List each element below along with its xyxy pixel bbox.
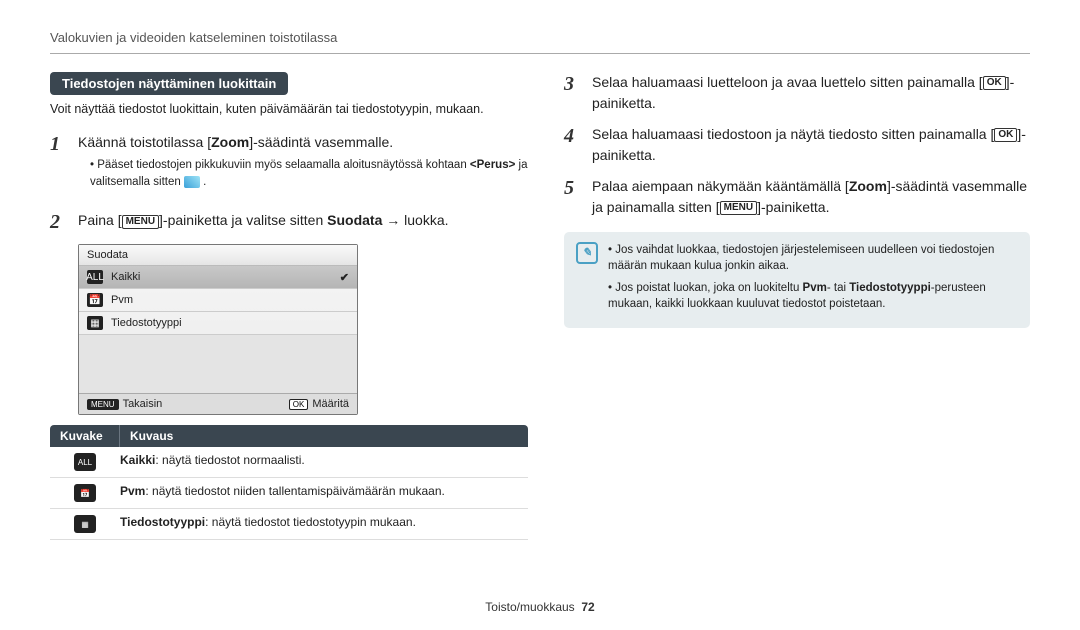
- date-icon: 📅: [87, 293, 103, 307]
- row-label: Tiedostotyyppi: [120, 515, 205, 529]
- footer-label: Toisto/muokkaus: [485, 600, 574, 614]
- step-number: 2: [50, 210, 68, 234]
- icon-table: Kuvake Kuvaus ALL Kaikki: näytä tiedosto…: [50, 425, 528, 540]
- s5-a: Palaa aiempaan näkymään kääntämällä [: [592, 178, 849, 194]
- perus-label: <Perus>: [470, 159, 515, 171]
- menu-row-label: Tiedostotyyppi: [111, 317, 182, 329]
- menu-button-icon: MENU: [720, 201, 757, 215]
- type-icon: ▦: [74, 515, 96, 533]
- row-text: : näytä tiedostot normaalisti.: [155, 453, 304, 467]
- s4-a: Selaa haluamaasi tiedostoon ja näytä tie…: [592, 126, 994, 142]
- page-number: 72: [581, 600, 594, 614]
- set-label: Määritä: [312, 398, 349, 410]
- step-number: 4: [564, 124, 582, 166]
- pvm-label: Pvm: [803, 282, 827, 294]
- menu-blank-area: [79, 335, 357, 393]
- suodata-label: Suodata: [327, 212, 382, 228]
- intro-text: Voit näyttää tiedostot luokittain, kuten…: [50, 101, 528, 118]
- step1-bullet-a: Pääset tiedostojen pikkukuviin myös sela…: [97, 159, 470, 171]
- n2-a: Jos poistat luokan, joka on luokiteltu: [615, 282, 802, 294]
- page-footer: Toisto/muokkaus 72: [0, 600, 1080, 614]
- menu-row-date: 📅 Pvm: [79, 289, 357, 312]
- menu-title: Suodata: [79, 245, 357, 266]
- s3-a: Selaa haluamaasi luetteloon ja avaa luet…: [592, 74, 983, 90]
- zoom-label: Zoom: [849, 178, 887, 194]
- row-text: : näytä tiedostot niiden tallentamispäiv…: [145, 484, 445, 498]
- note-item: Jos poistat luokan, joka on luokiteltu P…: [608, 280, 1018, 312]
- s5-c: ]-painiketta.: [757, 199, 829, 215]
- menu-row-label: Kaikki: [111, 271, 140, 283]
- image-icon: [184, 176, 200, 188]
- menu-button-icon: MENU: [122, 215, 159, 229]
- row-label: Pvm: [120, 484, 145, 498]
- section-title: Tiedostojen näyttäminen luokittain: [50, 72, 288, 95]
- menu-chip-icon: MENU: [87, 399, 119, 410]
- all-icon: ALL: [87, 270, 103, 284]
- menu-row-type: ▦ Tiedostotyyppi: [79, 312, 357, 335]
- back-label: Takaisin: [123, 398, 163, 410]
- note-icon: ✎: [576, 242, 598, 264]
- note-box: ✎ Jos vaihdat luokkaa, tiedostojen järje…: [564, 232, 1030, 328]
- step-1: 1 Käännä toistotilassa [Zoom]-säädintä v…: [50, 132, 528, 200]
- menu-screenshot: Suodata ALL Kaikki ✔ 📅 Pvm ▦ Tiedostotyy…: [78, 244, 358, 415]
- th-desc: Kuvaus: [120, 425, 183, 447]
- table-row: 📅 Pvm: näytä tiedostot niiden tallentami…: [50, 478, 528, 509]
- ok-button-icon: OK: [994, 128, 1017, 142]
- table-row: ALL Kaikki: näytä tiedostot normaalisti.: [50, 447, 528, 478]
- zoom-label: Zoom: [211, 134, 249, 150]
- step1-text-a: Käännä toistotilassa [: [78, 134, 211, 150]
- ok-chip-icon: OK: [289, 399, 309, 410]
- type-icon: ▦: [87, 316, 103, 330]
- table-row: ▦ Tiedostotyyppi: näytä tiedostot tiedos…: [50, 509, 528, 540]
- row-text: : näytä tiedostot tiedostotyypin mukaan.: [205, 515, 416, 529]
- row-label: Kaikki: [120, 453, 155, 467]
- all-icon: ALL: [74, 453, 96, 471]
- step2-c: → luokka.: [382, 212, 448, 228]
- check-icon: ✔: [340, 271, 349, 284]
- menu-footer: MENU Takaisin OKMääritä: [79, 393, 357, 414]
- step-2: 2 Paina [MENU]-painiketta ja valitse sit…: [50, 210, 528, 234]
- step-number: 3: [564, 72, 582, 114]
- step-5: 5 Palaa aiempaan näkymään kääntämällä [Z…: [564, 176, 1030, 218]
- date-icon: 📅: [74, 484, 96, 502]
- th-icon: Kuvake: [50, 425, 120, 447]
- menu-row-label: Pvm: [111, 294, 133, 306]
- menu-row-all: ALL Kaikki ✔: [79, 266, 357, 289]
- step1-bullet: Pääset tiedostojen pikkukuviin myös sela…: [90, 157, 528, 190]
- step-3: 3 Selaa haluamaasi luetteloon ja avaa lu…: [564, 72, 1030, 114]
- step-number: 1: [50, 132, 68, 200]
- step-4: 4 Selaa haluamaasi tiedostoon ja näytä t…: [564, 124, 1030, 166]
- ok-button-icon: OK: [983, 76, 1006, 90]
- step-number: 5: [564, 176, 582, 218]
- n2-c: - tai: [827, 282, 849, 294]
- type-label: Tiedostotyyppi: [849, 282, 931, 294]
- step1-text-b: ]-säädintä vasemmalle.: [249, 134, 393, 150]
- page-header: Valokuvien ja videoiden katseleminen toi…: [50, 30, 1030, 54]
- step2-b: ]-painiketta ja valitse sitten: [159, 212, 327, 228]
- step2-a: Paina [: [78, 212, 122, 228]
- note-item: Jos vaihdat luokkaa, tiedostojen järjest…: [608, 242, 1018, 274]
